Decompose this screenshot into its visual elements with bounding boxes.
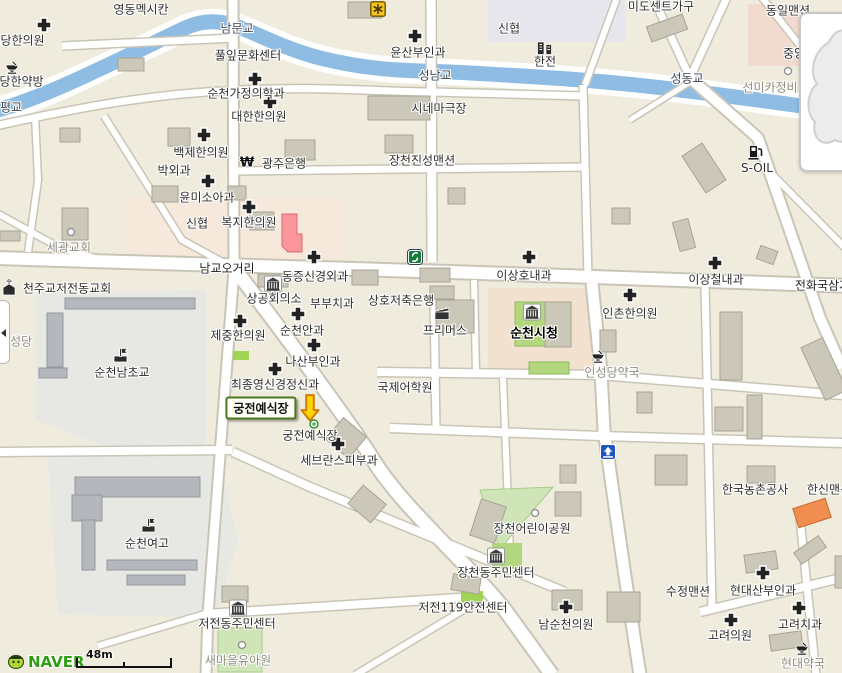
map-label: 순천남초교 <box>94 364 149 381</box>
map-label: 장천어린이공원 <box>493 520 570 537</box>
map-label: 제중한의원 <box>210 327 265 344</box>
map-label: 이상호내과 <box>496 267 551 284</box>
overview-minimap[interactable] <box>799 12 842 172</box>
map-label: 인성당약국 <box>584 364 639 381</box>
map-label: 미도센트가구 <box>628 0 694 15</box>
map-label: 최종영신경정신과 <box>231 376 319 393</box>
map-label: 세광교회 <box>47 239 91 256</box>
map-label: 한전 <box>534 53 556 70</box>
map-label: 장천진성맨션 <box>389 152 455 169</box>
map-label: 프리머스 <box>423 322 467 339</box>
map-label: 동증신경외과 <box>282 268 348 285</box>
map-label: 현대산부인과 <box>730 582 796 599</box>
map-label: 순천가정의학과 <box>207 85 284 102</box>
map-label: 선미카정비 <box>742 79 797 96</box>
map-label: 성남교 <box>418 67 451 84</box>
map-label: 윤산부인과 <box>390 44 445 61</box>
map-viewport[interactable]: ₩ 영동멕시칸남문교초당한의원초당한약방평교풀잎문화센터순천가정의학과대한한의원… <box>0 0 842 673</box>
map-label: 새마을유아원 <box>205 652 271 669</box>
map-label: 남교오거리 <box>199 260 254 277</box>
map-label: 순천시청 <box>510 323 558 342</box>
map-label: 전화국삼거리 <box>795 277 842 294</box>
map-label: 수정맨션 <box>666 583 710 600</box>
map-label: 저전동주민센터 <box>198 615 275 632</box>
map-label: 부부치과 <box>310 295 354 312</box>
map-label: 복지한의원 <box>221 214 276 231</box>
map-label: 세브란스피부과 <box>300 452 377 469</box>
map-label: 신협 <box>498 20 520 37</box>
map-label: 초당한의원 <box>0 32 45 49</box>
map-label: 평교 <box>0 99 22 116</box>
map-label: 대한한의원 <box>231 108 286 125</box>
naver-logo[interactable]: NAVER <box>6 650 85 673</box>
map-label: 백제한의원 <box>173 144 228 161</box>
map-label: 영동멕시칸 <box>113 1 168 18</box>
map-label: 궁전예식장 <box>282 427 337 444</box>
clipped-label-balloon <box>0 300 10 364</box>
map-label: 성동교 <box>670 70 703 87</box>
search-result-arrow-marker[interactable] <box>299 394 321 422</box>
map-label: 풀잎문화센터 <box>215 47 281 64</box>
map-label: 초당한약방 <box>0 73 44 90</box>
map-label: 국제어학원 <box>377 379 432 396</box>
map-label: 박외과 <box>157 162 190 179</box>
map-label: 순천여고 <box>125 535 169 552</box>
map-label: 남문교 <box>220 20 253 37</box>
map-label: 한신맨션 <box>807 481 842 498</box>
search-result-label[interactable]: 궁전예식장 <box>225 397 296 420</box>
map-label: 고려의원 <box>708 627 752 644</box>
map-label: 상호저축은행 <box>368 292 434 309</box>
balloon-arrow-icon <box>1 329 6 337</box>
map-label: 나산부인과 <box>285 353 340 370</box>
map-label: S-OIL <box>741 161 773 175</box>
map-label: 성당 <box>10 333 32 350</box>
map-label: 장천동주민센터 <box>457 564 534 581</box>
scale-bar-icon <box>76 657 174 669</box>
naver-mascot-icon <box>6 650 26 673</box>
map-label: 윤미소아과 <box>179 189 234 206</box>
map-label: 한국농촌공사 <box>722 481 788 498</box>
map-label: 저전119안전센터 <box>418 599 507 616</box>
map-label: 신협 <box>186 215 208 232</box>
map-label: 광주은행 <box>262 155 306 172</box>
map-label: 시네마극장 <box>411 100 466 117</box>
map-labels-layer: 영동멕시칸남문교초당한의원초당한약방평교 풀잎문화센터순천가정의학과대한한의원 윤산… <box>0 0 842 673</box>
map-label: 이상철내과 <box>688 271 743 288</box>
map-label: 인촌한의원 <box>602 305 657 322</box>
map-label: 고려치과 <box>778 616 822 633</box>
map-label: 상공회의소 <box>246 290 301 307</box>
map-label: 천주교저전동교회 <box>23 280 111 297</box>
map-label: 순천안과 <box>280 322 324 339</box>
map-label: 현대약국 <box>781 655 825 672</box>
map-label: 남순천의원 <box>538 616 593 633</box>
minimap-korea-shape <box>808 30 842 142</box>
